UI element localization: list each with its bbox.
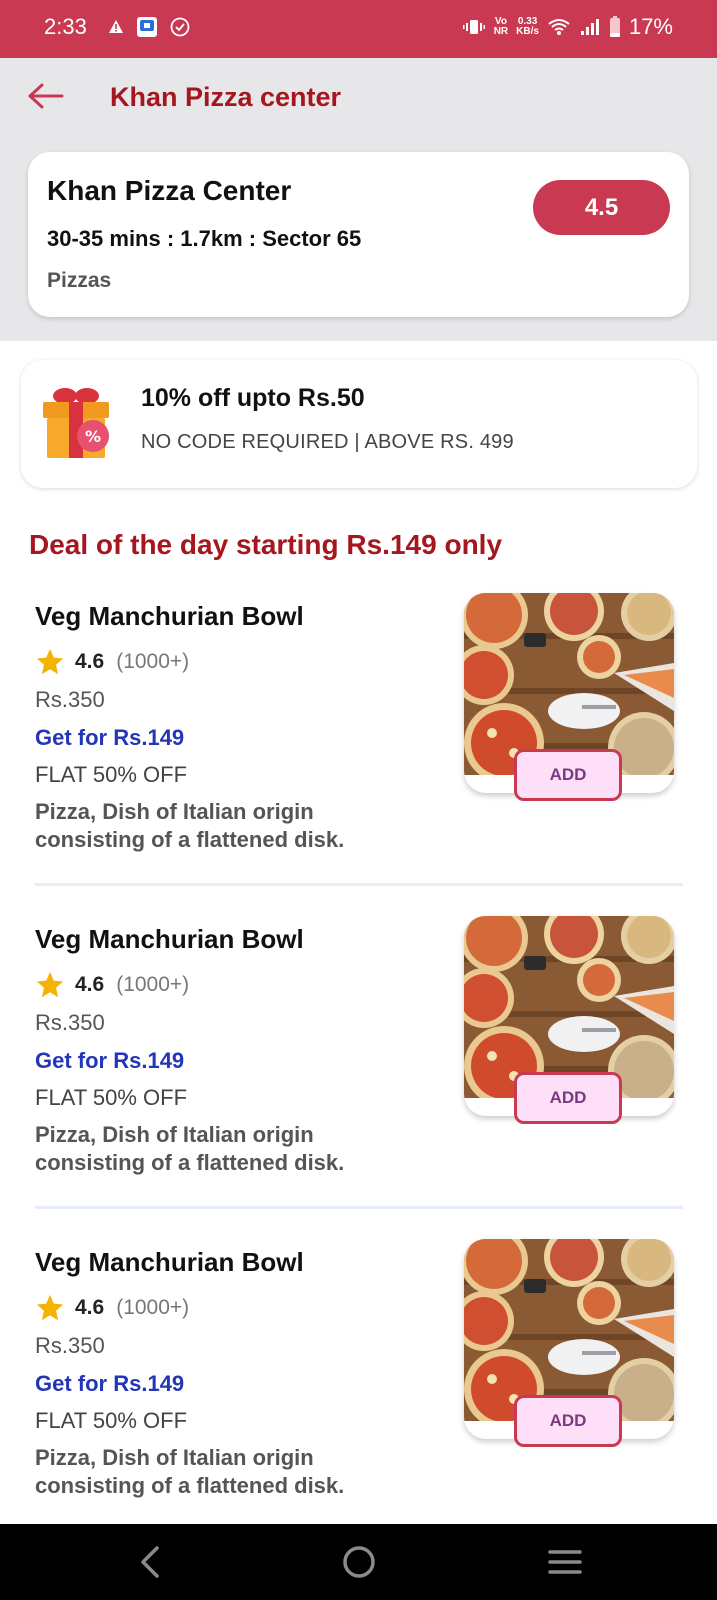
- pizza-photo: [464, 1239, 674, 1430]
- item-description: Pizza, Dish of Italian origin consisting…: [35, 1122, 345, 1175]
- pizza-photo: [464, 593, 674, 784]
- restaurant-category: Pizzas: [47, 269, 112, 292]
- menu-lines-icon: [548, 1550, 582, 1574]
- nav-menu-button[interactable]: [545, 1542, 585, 1582]
- network-speed: 0.33 KB/s: [516, 16, 539, 37]
- add-button[interactable]: ADD: [514, 749, 622, 801]
- offer-title: 10% off upto Rs.50: [141, 384, 365, 412]
- signal-icon: [580, 19, 599, 35]
- restaurant-rating-badge: 4.5: [533, 180, 670, 235]
- item-rating-count: (1000+): [116, 650, 190, 673]
- item-rating: 4.6 (1000+): [35, 970, 189, 1000]
- item-rating-count: (1000+): [116, 973, 190, 996]
- item-divider: [35, 883, 683, 886]
- chevron-left-icon: [141, 1546, 159, 1578]
- check-circle-icon: [170, 17, 190, 37]
- item-price: Rs.350: [35, 687, 105, 712]
- back-button[interactable]: [26, 78, 66, 114]
- item-description: Pizza, Dish of Italian origin consisting…: [35, 799, 345, 852]
- item-name: Veg Manchurian Bowl: [35, 1247, 304, 1277]
- deal-section-title: Deal of the day starting Rs.149 only: [29, 529, 503, 560]
- status-system-icons: Vo NR 0.33 KB/s 17%: [462, 14, 673, 40]
- pizza-photo: [464, 916, 674, 1107]
- arrow-left-icon: [28, 83, 64, 109]
- item-discount: FLAT 50% OFF: [35, 762, 188, 787]
- item-offer-price: Get for Rs.149: [35, 1371, 185, 1396]
- item-name: Veg Manchurian Bowl: [35, 924, 304, 954]
- item-description: Pizza, Dish of Italian origin consisting…: [35, 1445, 345, 1498]
- menu-item: Veg Manchurian Bowl 4.6 (1000+) Rs.350 G…: [0, 916, 717, 1246]
- item-rating-value: 4.6: [75, 973, 105, 996]
- add-button[interactable]: ADD: [514, 1395, 622, 1447]
- item-divider: [35, 1206, 683, 1209]
- menu-item: Veg Manchurian Bowl 4.6 (1000+) Rs.350 G…: [0, 1239, 717, 1569]
- volte-nr-indicator: Vo NR: [493, 16, 509, 37]
- add-button[interactable]: ADD: [514, 1072, 622, 1124]
- warning-icon: [109, 20, 123, 33]
- nav-back-button[interactable]: [131, 1542, 171, 1582]
- restaurant-name: Khan Pizza Center: [47, 175, 292, 206]
- wifi-icon: [548, 19, 570, 35]
- item-rating-value: 4.6: [75, 650, 105, 673]
- page-title: Khan Pizza center: [110, 82, 342, 112]
- item-rating: 4.6 (1000+): [35, 647, 189, 677]
- item-offer-price: Get for Rs.149: [35, 1048, 185, 1073]
- star-icon: [36, 971, 64, 998]
- battery-icon: [609, 16, 620, 37]
- offer-subtitle: NO CODE REQUIRED | ABOVE RS. 499: [141, 431, 514, 453]
- item-rating-count: (1000+): [116, 1296, 190, 1319]
- status-notification-icons: [108, 16, 190, 38]
- app-notification-icon: [137, 17, 157, 37]
- battery-percent: 17%: [628, 14, 673, 39]
- status-bar: 2:33 Vo NR 0.33 KB/s 17%: [0, 0, 717, 58]
- vibrate-icon: [462, 20, 485, 34]
- system-nav-bar: [0, 1524, 717, 1600]
- svg-text:%: %: [85, 427, 101, 446]
- circle-home-icon: [343, 1546, 375, 1578]
- item-offer-price: Get for Rs.149: [35, 725, 185, 750]
- item-discount: FLAT 50% OFF: [35, 1408, 188, 1433]
- nav-home-button[interactable]: [339, 1542, 379, 1582]
- restaurant-info-card: Khan Pizza Center 30-35 mins : 1.7km : S…: [28, 152, 689, 317]
- item-price: Rs.350: [35, 1333, 105, 1358]
- item-rating: 4.6 (1000+): [35, 1293, 189, 1323]
- item-price: Rs.350: [35, 1010, 105, 1035]
- item-discount: FLAT 50% OFF: [35, 1085, 188, 1110]
- item-rating-value: 4.6: [75, 1296, 105, 1319]
- item-name: Veg Manchurian Bowl: [35, 601, 304, 631]
- restaurant-meta: 30-35 mins : 1.7km : Sector 65: [47, 226, 362, 251]
- gift-box-icon: %: [43, 388, 109, 458]
- menu-item: Veg Manchurian Bowl 4.6 (1000+) Rs.350 G…: [0, 593, 717, 923]
- star-icon: [36, 1294, 64, 1321]
- offer-card[interactable]: % 10% off upto Rs.50 NO CODE REQUIRED | …: [21, 360, 697, 488]
- star-icon: [36, 648, 64, 675]
- status-time: 2:33: [44, 14, 87, 39]
